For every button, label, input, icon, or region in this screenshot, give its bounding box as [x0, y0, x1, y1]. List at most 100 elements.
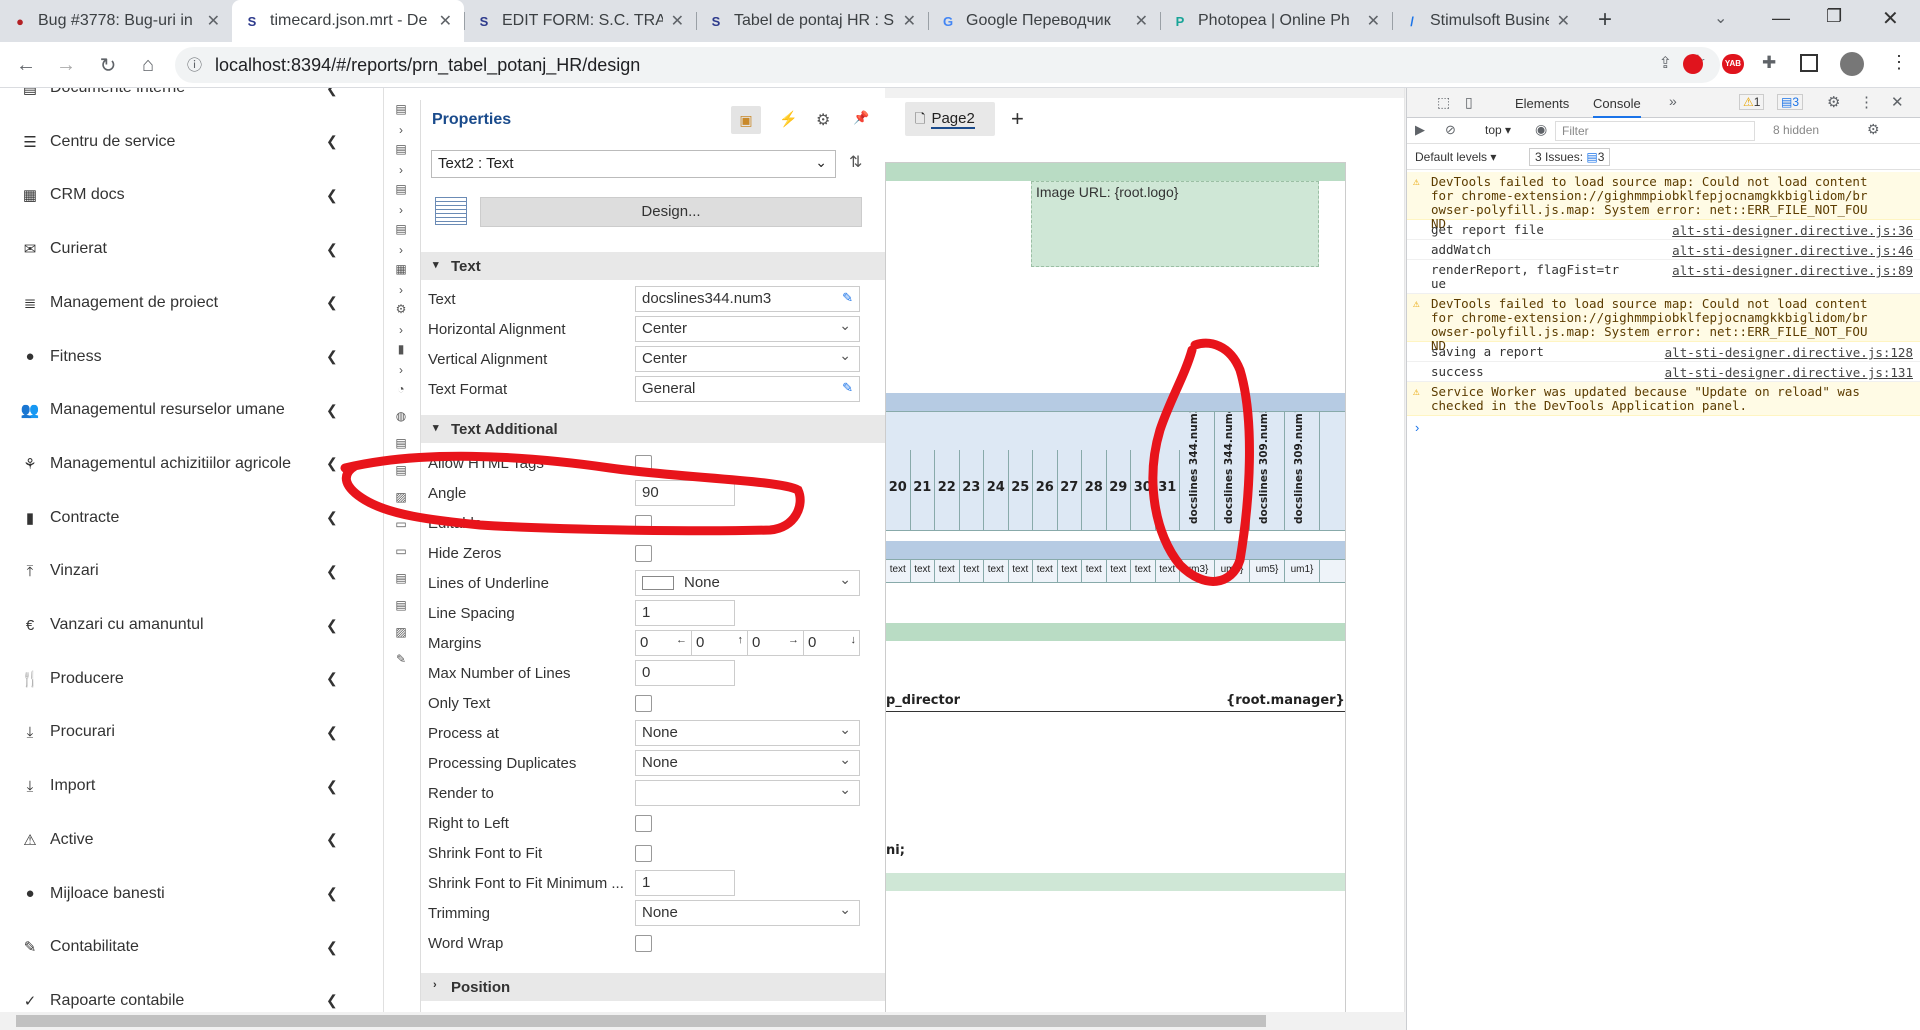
add-page-button[interactable]: +	[1011, 106, 1024, 132]
data-cell[interactable]: text	[1033, 560, 1058, 582]
summary-band[interactable]	[886, 623, 1345, 641]
tab-console[interactable]: Console	[1593, 96, 1641, 118]
toolbox-component-icon[interactable]: ▨	[392, 490, 410, 504]
page-h-scrollbar[interactable]	[0, 1012, 1406, 1030]
sidebar-item[interactable]: ▤ Documente interne ❮	[0, 88, 345, 108]
console-filter-input[interactable]: Filter	[1555, 121, 1755, 141]
property-checkbox[interactable]	[635, 815, 652, 832]
forward-icon[interactable]: →	[52, 51, 80, 79]
toolbox-expand-icon[interactable]: ›	[392, 363, 410, 377]
data-cell[interactable]: text	[960, 560, 984, 582]
sidebar-item[interactable]: ✉ Curierat ❮	[0, 229, 345, 269]
data-cell[interactable]: text	[911, 560, 935, 582]
vertical-text-field[interactable]: docslines 344.num3	[1180, 412, 1215, 530]
data-cell[interactable]: um4}	[1215, 560, 1250, 582]
day-column-header[interactable]: 28	[1082, 450, 1107, 530]
properties-tab-icon[interactable]: ▣	[731, 106, 761, 134]
edit-pencil-icon[interactable]: ✎	[842, 380, 853, 396]
property-select[interactable]	[635, 780, 860, 806]
more-tabs-icon[interactable]: »	[1669, 93, 1677, 109]
table-header-band[interactable]	[886, 393, 1345, 411]
data-cell[interactable]: um1}	[1285, 560, 1320, 582]
back-icon[interactable]: ←	[12, 51, 40, 79]
toolbox-component-icon[interactable]: ▤	[392, 142, 410, 156]
toolbox-component-icon[interactable]: ▨	[392, 625, 410, 639]
property-select[interactable]: Center	[635, 316, 860, 342]
sidebar-item[interactable]: ⤓ Procurari ❮	[0, 712, 345, 752]
toolbox-component-icon[interactable]: ▦	[392, 262, 410, 276]
property-input[interactable]: General ✎	[635, 376, 860, 402]
console-source-link[interactable]: alt-sti-designer.directive.js:128	[1665, 345, 1913, 360]
section-position[interactable]: › Position	[421, 973, 886, 1001]
data-cell[interactable]: text	[1107, 560, 1131, 582]
console-settings-icon[interactable]: ⚙	[1867, 121, 1880, 138]
close-window-icon[interactable]: ✕	[1882, 6, 1899, 31]
new-tab-button[interactable]: +	[1598, 6, 1612, 34]
toolbox-component-icon[interactable]: ▭	[392, 544, 410, 558]
component-select[interactable]: Text2 : Text ⌄	[431, 150, 836, 178]
sidebar-toggle-icon[interactable]: ▶	[1415, 122, 1425, 138]
toolbox-expand-icon[interactable]: ›	[392, 203, 410, 217]
vertical-text-field[interactable]: docslines 309.num5	[1250, 412, 1285, 530]
data-cell[interactable]: text	[1058, 560, 1082, 582]
console-source-link[interactable]: alt-sti-designer.directive.js:46	[1672, 243, 1913, 258]
day-column-header[interactable]: 22	[935, 450, 960, 530]
toolbox-component-icon[interactable]: ▤	[392, 436, 410, 450]
day-column-header[interactable]: 23	[960, 450, 984, 530]
data-cell[interactable]: text	[1082, 560, 1107, 582]
property-select[interactable]: None	[635, 750, 860, 776]
data-cell[interactable]: text	[1009, 560, 1033, 582]
close-tab-icon[interactable]: ✕	[439, 11, 452, 31]
inspect-icon[interactable]: ⬚	[1437, 94, 1450, 111]
toolbox-expand-icon[interactable]: ›	[392, 243, 410, 257]
toolbox-component-icon[interactable]: ▤	[392, 463, 410, 477]
device-toggle-icon[interactable]: ▯	[1465, 94, 1473, 111]
day-column-header[interactable]: 26	[1033, 450, 1058, 530]
levels-select[interactable]: Default levels ▾	[1415, 150, 1496, 164]
yandex-extension-icon[interactable]: YAB	[1722, 54, 1744, 74]
vertical-text-field[interactable]: docslines 344.num4	[1215, 412, 1250, 530]
footer-band[interactable]	[886, 873, 1345, 891]
sidebar-item[interactable]: ▮ Contracte ❮	[0, 498, 345, 538]
page-h-scrollbar-thumb[interactable]	[16, 1015, 1266, 1027]
page-tab[interactable]: 🗋 Page2	[905, 102, 995, 136]
toolbox-component-icon[interactable]: ▤	[392, 102, 410, 116]
toolbox-component-icon[interactable]: ◔	[392, 382, 410, 396]
tab-elements[interactable]: Elements	[1515, 96, 1569, 111]
day-column-header[interactable]: 25	[1009, 450, 1033, 530]
zile-field[interactable]: ni;	[886, 843, 905, 858]
toolbox-component-icon[interactable]: ▤	[392, 571, 410, 585]
console-source-link[interactable]: alt-sti-designer.directive.js:131	[1665, 365, 1913, 380]
browser-tab[interactable]: / Stimulsoft Business In ✕	[1392, 0, 1582, 42]
vertical-text-field[interactable]: docslines 309.num1	[1285, 412, 1320, 530]
data-band[interactable]	[886, 541, 1345, 559]
property-select[interactable]: None	[635, 570, 860, 596]
sidebar-item[interactable]: ✓ Rapoarte contabile ❮	[0, 981, 345, 1012]
data-cell[interactable]: um3}	[1180, 560, 1215, 582]
toolbox-expand-icon[interactable]: ›	[392, 163, 410, 177]
sidebar-item[interactable]: ⤒ Vinzari ❮	[0, 551, 345, 591]
data-cell[interactable]: text	[1156, 560, 1180, 582]
sidebar-item[interactable]: ⚘ Managementul achizitiilor agricole ❮	[0, 444, 345, 484]
toolbox-expand-icon[interactable]: ›	[392, 283, 410, 297]
toolbox-component-icon[interactable]: ▭	[392, 517, 410, 531]
close-tab-icon[interactable]: ✕	[1557, 11, 1570, 31]
devtools-menu-icon[interactable]: ⋮	[1859, 93, 1874, 111]
browser-tab[interactable]: G Google Переводчик ✕	[928, 0, 1160, 42]
section-text[interactable]: ▾ Text	[421, 252, 886, 280]
reload-icon[interactable]: ↻	[94, 51, 122, 79]
site-info-icon[interactable]: ⓘ	[187, 54, 202, 75]
data-cell[interactable]: text	[935, 560, 960, 582]
header-band[interactable]	[886, 163, 1345, 181]
property-input[interactable]: 90	[635, 480, 735, 506]
warning-count-badge[interactable]: ⚠1	[1739, 94, 1765, 110]
data-cell[interactable]: um5}	[1250, 560, 1285, 582]
close-tab-icon[interactable]: ✕	[1135, 11, 1148, 31]
sidebar-item[interactable]: ● Mijloace banesti ❮	[0, 874, 345, 914]
minimize-icon[interactable]: —	[1772, 8, 1790, 29]
settings-gear-icon[interactable]: ⚙	[816, 110, 830, 130]
sidebar-item[interactable]: € Vanzari cu amanuntul ❮	[0, 605, 345, 645]
property-select[interactable]: Center	[635, 346, 860, 372]
devtools-close-icon[interactable]: ✕	[1891, 93, 1904, 111]
sidebar-item[interactable]: ▦ CRM docs ❮	[0, 175, 345, 215]
